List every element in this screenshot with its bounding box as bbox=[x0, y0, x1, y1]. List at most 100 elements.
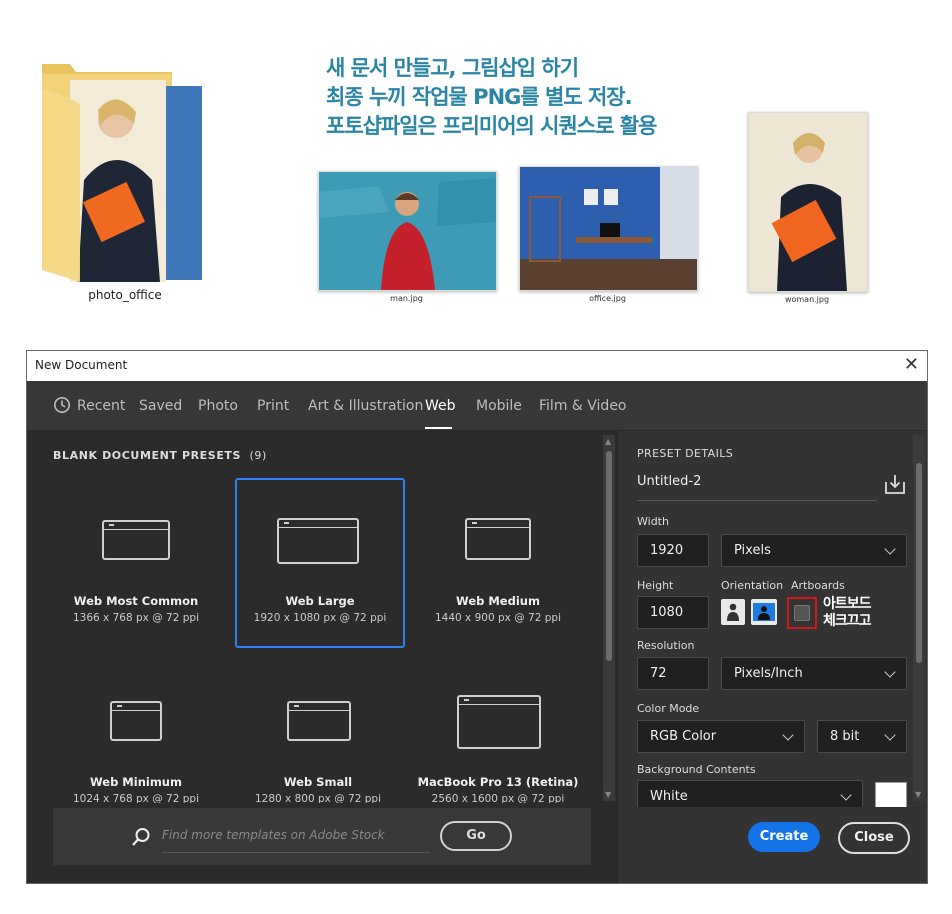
preset-details-panel: PRESET DETAILS Untitled-2 Width 1920 Pix… bbox=[618, 431, 927, 883]
clock-icon bbox=[53, 396, 71, 418]
artboards-label: Artboards bbox=[791, 579, 845, 592]
category-tabs: Recent Saved Photo Print Art & Illustrat… bbox=[27, 381, 927, 430]
width-unit-select[interactable]: Pixels bbox=[721, 534, 907, 567]
document-icon bbox=[102, 520, 170, 560]
tab-film-video[interactable]: Film & Video bbox=[539, 398, 627, 414]
dialog-titlebar: New Document ✕ bbox=[27, 351, 927, 381]
close-icon[interactable]: ✕ bbox=[904, 356, 919, 374]
folder-label: photo_office bbox=[88, 288, 162, 302]
search-icon bbox=[131, 827, 151, 851]
tab-print[interactable]: Print bbox=[257, 398, 289, 414]
instruction-line: 새 문서 만들고, 그림삽입 하기 bbox=[326, 56, 579, 80]
woman-thumbnail[interactable] bbox=[748, 112, 868, 292]
preset-card[interactable]: Web Minimum 1024 x 768 px @ 72 ppi bbox=[53, 659, 219, 803]
preset-name: Web Small bbox=[283, 775, 353, 789]
resolution-input[interactable]: 72 bbox=[637, 657, 709, 690]
document-name-input[interactable]: Untitled-2 bbox=[637, 474, 877, 501]
scroll-down-icon[interactable]: ▼ bbox=[915, 790, 921, 799]
thumbnail-label: office.jpg bbox=[589, 294, 626, 303]
stock-search-bar: Find more templates on Adobe Stock Go bbox=[53, 808, 591, 865]
landscape-orientation-icon[interactable] bbox=[751, 599, 777, 625]
artboard-annotation: 아트보드 체크끄고 bbox=[823, 596, 872, 630]
office-thumbnail[interactable] bbox=[519, 166, 698, 291]
height-input[interactable]: 1080 bbox=[637, 596, 709, 629]
tab-mobile[interactable]: Mobile bbox=[476, 398, 522, 414]
active-tab-indicator bbox=[425, 427, 452, 429]
save-preset-icon[interactable] bbox=[884, 473, 906, 499]
color-mode-value: RGB Color bbox=[650, 729, 717, 744]
width-value: 1920 bbox=[650, 543, 684, 558]
presets-panel: BLANK DOCUMENT PRESETS (9) Web Most Comm… bbox=[27, 431, 617, 883]
document-icon bbox=[110, 701, 162, 741]
dialog-title: New Document bbox=[35, 358, 128, 372]
footer-area: Create Close bbox=[618, 807, 927, 883]
width-input[interactable]: 1920 bbox=[637, 534, 709, 567]
folder-icon bbox=[40, 60, 205, 285]
chevron-down-icon bbox=[884, 729, 896, 741]
preset-dimensions: 1280 x 800 px @ 72 ppi bbox=[255, 793, 381, 803]
stock-search-input[interactable]: Find more templates on Adobe Stock bbox=[162, 828, 430, 853]
resolution-value: 72 bbox=[650, 666, 667, 681]
preset-name: MacBook Pro 13 (Retina) bbox=[417, 775, 579, 789]
instruction-text: 새 문서 만들고, 그림삽입 하기 최종 누끼 작업물 PNG를 별도 저장. … bbox=[326, 54, 657, 141]
scroll-down-icon[interactable]: ▼ bbox=[605, 790, 611, 799]
color-mode-select[interactable]: RGB Color bbox=[637, 720, 805, 753]
orientation-label: Orientation bbox=[721, 579, 784, 592]
scrollbar-thumb[interactable] bbox=[606, 451, 612, 661]
scroll-up-icon[interactable]: ▲ bbox=[605, 437, 611, 446]
preset-dimensions: 1920 x 1080 px @ 72 ppi bbox=[253, 612, 387, 624]
tab-recent[interactable]: Recent bbox=[77, 398, 125, 414]
create-button[interactable]: Create bbox=[748, 822, 820, 852]
chevron-down-icon bbox=[884, 666, 896, 678]
preset-details-header: PRESET DETAILS bbox=[637, 447, 734, 460]
chevron-down-icon bbox=[840, 789, 852, 801]
document-icon bbox=[287, 701, 351, 741]
preset-name: Web Large bbox=[285, 594, 355, 608]
document-icon bbox=[277, 518, 359, 564]
preset-dimensions: 1024 x 768 px @ 72 ppi bbox=[73, 793, 199, 803]
man-thumbnail[interactable] bbox=[318, 171, 497, 291]
details-scrollbar[interactable]: ▼ bbox=[913, 435, 925, 801]
annotation-line: 체크끄고 bbox=[823, 613, 872, 629]
preset-card[interactable]: MacBook Pro 13 (Retina) 2560 x 1600 px @… bbox=[415, 659, 581, 803]
document-icon bbox=[465, 518, 531, 560]
background-contents-label: Background Contents bbox=[637, 763, 756, 776]
close-button[interactable]: Close bbox=[838, 822, 910, 854]
bit-depth-select[interactable]: 8 bit bbox=[817, 720, 907, 753]
preset-card[interactable]: Web Most Common 1366 x 768 px @ 72 ppi bbox=[53, 478, 219, 644]
thumbnail-label: man.jpg bbox=[390, 294, 423, 303]
preset-card[interactable]: Web Medium 1440 x 900 px @ 72 ppi bbox=[415, 478, 581, 644]
presets-scrollbar[interactable]: ▲ ▼ bbox=[603, 435, 615, 801]
new-document-dialog: New Document ✕ Recent Saved Photo Print … bbox=[26, 350, 928, 884]
go-button[interactable]: Go bbox=[440, 821, 512, 851]
preset-name: Web Most Common bbox=[73, 594, 199, 608]
chevron-down-icon bbox=[884, 543, 896, 555]
tab-saved[interactable]: Saved bbox=[139, 398, 182, 414]
background-color-swatch[interactable] bbox=[875, 782, 907, 808]
instruction-line: 최종 누끼 작업물 PNG를 별도 저장. bbox=[326, 85, 633, 109]
presets-count: (9) bbox=[249, 449, 267, 462]
presets-title-text: BLANK DOCUMENT PRESETS bbox=[53, 449, 242, 462]
document-icon bbox=[457, 695, 541, 749]
preset-card[interactable]: Web Small 1280 x 800 px @ 72 ppi bbox=[235, 659, 401, 803]
preset-card-selected[interactable]: Web Large 1920 x 1080 px @ 72 ppi bbox=[235, 478, 405, 648]
preset-dimensions: 1440 x 900 px @ 72 ppi bbox=[435, 612, 561, 624]
color-mode-label: Color Mode bbox=[637, 702, 700, 715]
tab-web[interactable]: Web bbox=[425, 398, 456, 414]
tab-photo[interactable]: Photo bbox=[198, 398, 238, 414]
presets-title: BLANK DOCUMENT PRESETS (9) bbox=[53, 449, 267, 462]
artboards-checkbox[interactable] bbox=[794, 605, 810, 621]
height-value: 1080 bbox=[650, 605, 684, 620]
instruction-line: 포토샵파일은 프리미어의 시퀀스로 활용 bbox=[326, 114, 657, 138]
annotation-line: 아트보드 bbox=[823, 596, 872, 612]
portrait-orientation-icon[interactable] bbox=[721, 599, 745, 625]
background-contents-value: White bbox=[650, 789, 688, 804]
preset-name: Web Minimum bbox=[90, 775, 182, 789]
thumbnail-label: woman.jpg bbox=[784, 295, 830, 304]
scrollbar-thumb[interactable] bbox=[916, 463, 922, 663]
height-label: Height bbox=[637, 579, 674, 592]
tab-art-illustration[interactable]: Art & Illustration bbox=[308, 398, 423, 414]
preset-name: Web Medium bbox=[456, 594, 540, 608]
resolution-unit-select[interactable]: Pixels/Inch bbox=[721, 657, 907, 690]
width-label: Width bbox=[637, 515, 669, 528]
